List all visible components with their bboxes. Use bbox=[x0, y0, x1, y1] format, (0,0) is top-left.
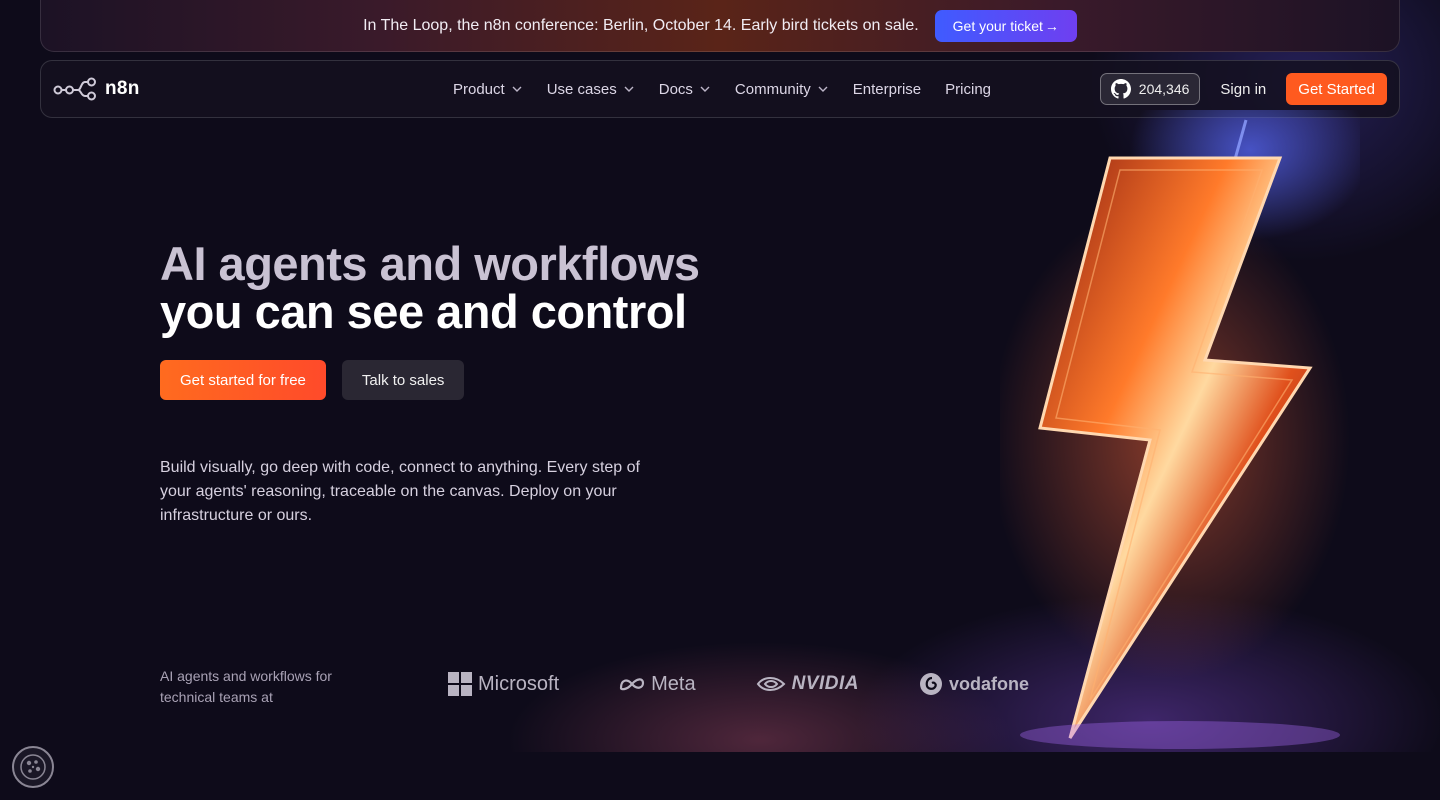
headline-line-1: AI agents and workflows bbox=[160, 237, 700, 290]
bottom-band bbox=[0, 752, 1440, 800]
chevron-down-icon bbox=[624, 86, 634, 92]
nvidia-wordmark: NVIDIA bbox=[791, 673, 859, 694]
announcement-text: In The Loop, the n8n conference: Berlin,… bbox=[363, 16, 919, 34]
nav-item-pricing[interactable]: Pricing bbox=[945, 81, 991, 98]
nav-item-label: Pricing bbox=[945, 80, 992, 98]
chevron-down-icon bbox=[700, 86, 710, 92]
lightning-bolt-icon bbox=[1000, 110, 1360, 749]
get-ticket-button[interactable]: Get your ticket → bbox=[934, 9, 1077, 42]
get-started-free-button[interactable]: Get started for free bbox=[160, 360, 326, 400]
announcement-bar: In The Loop, the n8n conference: Berlin,… bbox=[40, 0, 1400, 52]
nav-menu: Product Use cases Docs Community Enterpr… bbox=[433, 81, 1100, 98]
nav-item-label: Enterprise bbox=[852, 80, 922, 98]
hero-headline: AI agents and workflows you can see and … bbox=[160, 240, 700, 336]
meta-logo: Meta bbox=[619, 672, 696, 696]
nvidia-logo: NVIDIA bbox=[756, 673, 859, 695]
talk-to-sales-button[interactable]: Talk to sales bbox=[341, 360, 465, 400]
arrow-right-icon: → bbox=[1044, 17, 1059, 34]
meta-wordmark: Meta bbox=[651, 672, 696, 695]
microsoft-logo: Microsoft bbox=[448, 672, 559, 696]
github-icon bbox=[1110, 79, 1131, 99]
microsoft-wordmark: Microsoft bbox=[478, 672, 560, 695]
hero-description: Build visually, go deep with code, conne… bbox=[160, 459, 640, 524]
vodafone-icon bbox=[920, 673, 942, 695]
cookie-settings-button[interactable] bbox=[12, 746, 54, 788]
chevron-down-icon bbox=[512, 86, 522, 92]
sign-in-link[interactable]: Sign in bbox=[1212, 81, 1274, 98]
nav-item-label: Product bbox=[453, 80, 505, 98]
github-stars-count: 204,346 bbox=[1138, 81, 1190, 97]
nav-actions: 204,346 Sign in Get Started bbox=[1099, 73, 1387, 105]
customer-logos: Microsoft Meta NVIDIA vodafone bbox=[448, 672, 1029, 696]
nav-item-community[interactable]: Community bbox=[735, 81, 829, 98]
nav-item-label: Use cases bbox=[546, 80, 617, 98]
vodafone-wordmark: vodafone bbox=[949, 673, 1030, 694]
n8n-logo-icon bbox=[53, 77, 96, 101]
nav-item-label: Community bbox=[734, 80, 811, 98]
nvidia-icon bbox=[756, 677, 786, 691]
github-stars-button[interactable]: 204,346 bbox=[1099, 73, 1201, 105]
cookie-icon bbox=[20, 754, 46, 780]
nav-item-label: Docs bbox=[658, 80, 693, 98]
logo[interactable]: n8n bbox=[53, 76, 433, 102]
nav-item-product[interactable]: Product bbox=[453, 81, 523, 98]
get-started-button[interactable]: Get Started bbox=[1286, 73, 1387, 105]
chevron-down-icon bbox=[818, 86, 828, 92]
logo-text: n8n bbox=[105, 78, 140, 99]
hero-cta-row: Get started for free Talk to sales bbox=[160, 360, 465, 400]
headline-line-2: you can see and control bbox=[160, 285, 687, 338]
nav-item-use-cases[interactable]: Use cases bbox=[547, 81, 635, 98]
get-ticket-label: Get your ticket bbox=[952, 17, 1043, 34]
nav-item-enterprise[interactable]: Enterprise bbox=[853, 81, 921, 98]
meta-icon bbox=[620, 678, 645, 691]
microsoft-icon bbox=[448, 672, 472, 696]
nav-item-docs[interactable]: Docs bbox=[659, 81, 711, 98]
vodafone-logo: vodafone bbox=[919, 672, 1029, 696]
trust-caption: AI agents and workflows for technical te… bbox=[160, 668, 332, 705]
